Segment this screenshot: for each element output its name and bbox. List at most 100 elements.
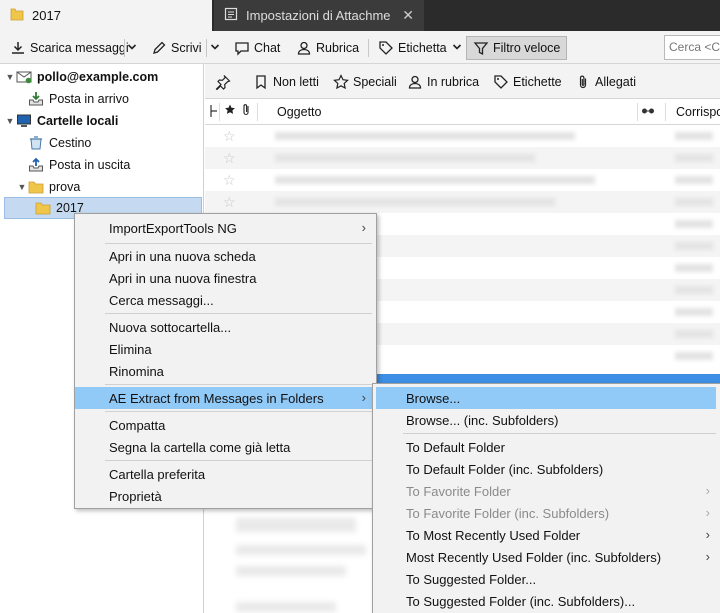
menu-item-new-subfolder[interactable]: Nuova sottocartella... [75, 316, 376, 338]
correspondents-column-header[interactable]: Corrispo [676, 105, 720, 119]
tag-button[interactable]: Etichetta [378, 37, 462, 59]
tab-folder-2017[interactable]: 2017 [0, 0, 212, 31]
menu-item-label: To Default Folder [406, 439, 505, 455]
submenu-item-browse-subfolders[interactable]: Browse... (inc. Subfolders) [373, 409, 720, 431]
menu-item-rename[interactable]: Rinomina [75, 360, 376, 382]
blurred-correspondent [675, 220, 713, 228]
menu-item-open-new-window[interactable]: Apri in una nuova finestra [75, 267, 376, 289]
search-input[interactable]: Cerca <Ct [664, 35, 720, 60]
close-icon[interactable]: ✕ [402, 7, 414, 24]
mail-account-icon [16, 69, 32, 85]
get-messages-button[interactable]: Scarica messaggi [10, 37, 129, 59]
blurred-subject [275, 176, 595, 184]
message-row[interactable]: ☆ [205, 169, 720, 191]
menu-item-label: To Default Folder (inc. Subfolders) [406, 461, 604, 477]
submenu-item-default-folder-subfolders[interactable]: To Default Folder (inc. Subfolders) [373, 458, 720, 480]
filter-starred-button[interactable]: Speciali [333, 72, 397, 92]
attachment-column-icon[interactable] [241, 103, 251, 120]
write-dropdown[interactable] [210, 37, 220, 59]
star-column-icon[interactable] [224, 103, 236, 120]
filter-contact-button[interactable]: In rubrica [407, 72, 479, 92]
column-separator [665, 103, 666, 121]
thread-column-icon[interactable] [209, 104, 219, 121]
filter-tags-button[interactable]: Etichette [493, 72, 562, 92]
menu-item-compact[interactable]: Compatta [75, 414, 376, 436]
quick-filter-label: Filtro veloce [493, 41, 561, 55]
chevron-down-icon[interactable]: ▼ [4, 72, 16, 82]
submenu-item-mru-folder-subfolders[interactable]: Most Recently Used Folder (inc. Subfolde… [373, 546, 720, 568]
menu-item-importexporttools[interactable]: ImportExportTools NG › [75, 217, 376, 239]
submenu-item-default-folder[interactable]: To Default Folder [373, 436, 720, 458]
menu-item-label: Most Recently Used Folder (inc. Subfolde… [406, 549, 662, 565]
submenu-item-browse[interactable]: Browse... [376, 387, 716, 409]
menu-item-label: To Suggested Folder... [406, 571, 537, 587]
folder-icon [35, 200, 51, 216]
message-row[interactable]: ☆ [205, 125, 720, 147]
star-icon[interactable]: ☆ [223, 128, 236, 145]
menu-item-label: To Suggested Folder (inc. Subfolders)... [406, 593, 636, 609]
write-button[interactable]: Scrivi [151, 37, 202, 59]
message-row[interactable]: ☆ [205, 147, 720, 169]
blurred-correspondent [675, 308, 713, 316]
address-book-button[interactable]: Rubrica [296, 37, 359, 59]
blurred-correspondent [675, 330, 713, 338]
menu-item-mark-folder-read[interactable]: Segna la cartella come già letta [75, 436, 376, 458]
star-icon[interactable]: ☆ [223, 172, 236, 189]
folder-outbox[interactable]: Posta in uscita [28, 154, 130, 176]
filter-contact-label: In rubrica [427, 75, 480, 89]
menu-item-label: Apri in una nuova finestra [109, 270, 257, 286]
star-icon [333, 74, 349, 90]
submenu-item-suggested-folder-subfolders[interactable]: To Suggested Folder (inc. Subfolders)... [373, 590, 720, 612]
menu-item-favorite-folder[interactable]: Cartella preferita [75, 463, 376, 485]
quick-filter-button[interactable]: Filtro veloce [466, 36, 568, 60]
menu-item-ae-extract[interactable]: AE Extract from Messages in Folders › [75, 387, 376, 409]
folder-inbox[interactable]: Posta in arrivo [28, 88, 129, 110]
menu-item-delete[interactable]: Elimina [75, 338, 376, 360]
folder-local-folders[interactable]: ▼ Cartelle locali [4, 110, 119, 132]
get-messages-dropdown[interactable] [127, 37, 137, 59]
menu-separator [403, 433, 716, 434]
trash-icon [28, 135, 44, 151]
menu-item-open-new-tab[interactable]: Apri in una nuova scheda [75, 245, 376, 267]
submenu-item-favorite-folder[interactable]: To Favorite Folder › [373, 480, 720, 502]
menu-item-properties[interactable]: Proprietà [75, 485, 376, 507]
sticky-filter-button[interactable] [215, 72, 235, 92]
submenu-item-mru-folder[interactable]: To Most Recently Used Folder › [373, 524, 720, 546]
star-icon[interactable]: ☆ [223, 194, 236, 211]
star-icon[interactable]: ☆ [223, 150, 236, 167]
menu-item-label: Apri in una nuova scheda [109, 248, 256, 264]
blurred-correspondent [675, 132, 713, 140]
tab-bar: 2017 Impostazioni di Attachment ✕ [0, 0, 720, 31]
read-status-column-icon[interactable] [641, 105, 655, 120]
toolbar-separator [368, 39, 369, 57]
folder-account-pollo[interactable]: ▼ pollo@example.com [4, 66, 159, 88]
subject-column-header[interactable]: Oggetto [277, 105, 321, 119]
message-row[interactable]: ☆ [205, 191, 720, 213]
filter-unread-button[interactable]: Non letti [253, 72, 319, 92]
tag-icon [493, 74, 509, 90]
column-separator [219, 103, 220, 121]
menu-separator [105, 243, 372, 244]
blurred-preview [236, 566, 346, 576]
tab-attachment-settings[interactable]: Impostazioni di Attachment ✕ [214, 0, 424, 31]
submenu-item-suggested-folder[interactable]: To Suggested Folder... [373, 568, 720, 590]
funnel-icon [473, 40, 489, 56]
menu-separator [105, 460, 372, 461]
tag-label: Etichetta [398, 41, 447, 55]
filter-unread-label: Non letti [273, 75, 319, 89]
blurred-preview [236, 518, 356, 532]
folder-icon [28, 179, 44, 195]
chevron-down-icon[interactable]: ▼ [4, 116, 16, 126]
blurred-correspondent [675, 154, 713, 162]
filter-attachments-button[interactable]: Allegati [575, 72, 636, 92]
chevron-right-icon: › [705, 549, 710, 564]
chat-button[interactable]: Chat [234, 37, 280, 59]
ae-extract-submenu: Browse... Browse... (inc. Subfolders) To… [372, 383, 720, 613]
menu-item-label: To Favorite Folder (inc. Subfolders) [406, 505, 610, 521]
folder-prova[interactable]: ▼ prova [16, 176, 81, 198]
menu-item-search-messages[interactable]: Cerca messaggi... [75, 289, 376, 311]
chevron-down-icon[interactable]: ▼ [16, 182, 28, 192]
submenu-item-favorite-folder-subfolders[interactable]: To Favorite Folder (inc. Subfolders) › [373, 502, 720, 524]
column-separator [257, 103, 258, 121]
folder-trash[interactable]: Cestino [28, 132, 91, 154]
